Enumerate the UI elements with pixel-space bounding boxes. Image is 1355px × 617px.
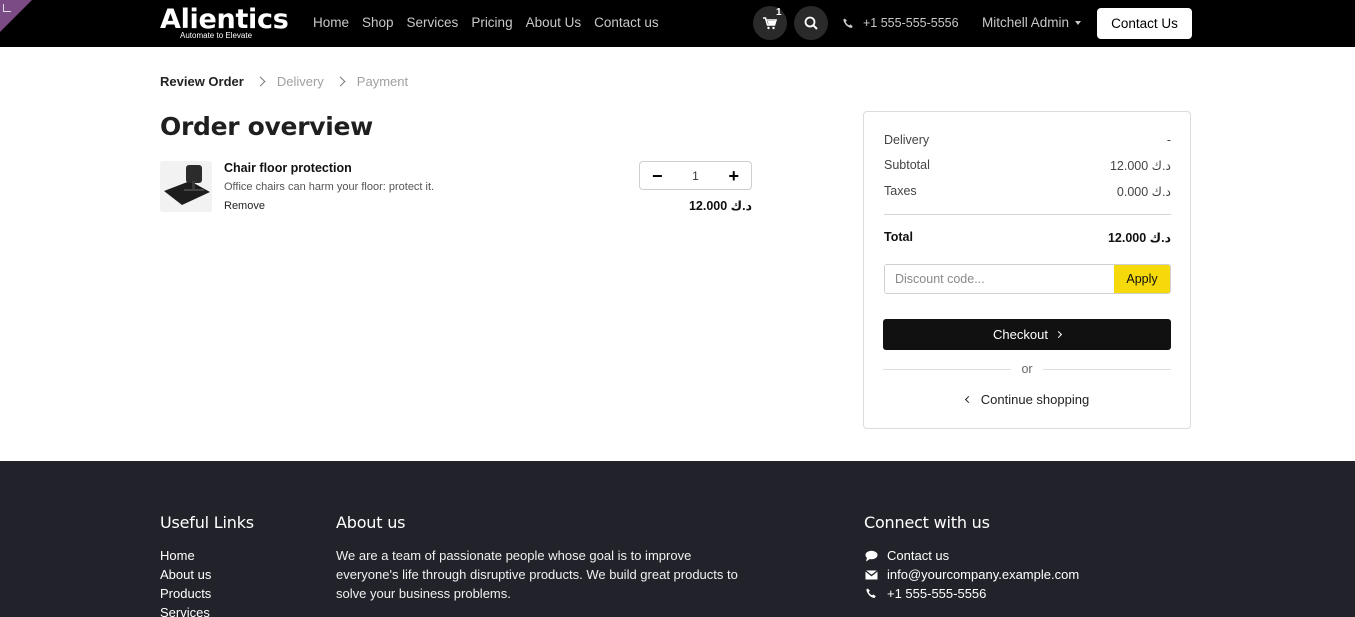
cart-icon [763,16,777,29]
quantity-stepper: − 1 + [639,161,752,190]
checkout-button[interactable]: Checkout [883,319,1171,350]
chevron-left-icon [964,395,972,404]
taxes-label: Taxes [884,184,917,198]
cart-count-badge: 1 [776,7,782,18]
chevron-right-icon [1054,330,1062,339]
delivery-value: - [1166,133,1171,147]
contact-us-button[interactable]: Contact Us [1097,8,1192,39]
about-us-text: We are a team of passionate people whose… [336,548,738,601]
connect-contact-link[interactable]: Contact us [864,546,1079,565]
chevron-right-icon [255,76,266,87]
summary-divider [884,214,1171,215]
subtotal-value: د.ك 12.000 [1109,159,1171,173]
corner-bracket-icon [3,4,11,12]
nav-services[interactable]: Services [407,15,459,30]
user-menu[interactable]: Mitchell Admin [982,15,1082,30]
nav-contact-us[interactable]: Contact us [594,15,659,30]
summary-taxes-row: Taxes د.ك 0.000 [884,184,1171,199]
continue-shopping-link[interactable]: Continue shopping [884,392,1171,407]
chevron-right-icon [335,76,346,87]
total-value: د.ك 12.000 [1107,231,1171,245]
product-name[interactable]: Chair floor protection [224,161,352,175]
step-review-order[interactable]: Review Order [160,74,244,89]
checkout-steps: Review Order Delivery Payment [160,74,408,89]
remove-item-link[interactable]: Remove [224,200,265,212]
minus-icon[interactable]: − [652,167,663,185]
connect-list: Contact us info@yourcompany.example.com … [864,546,1079,603]
nav-about-us[interactable]: About Us [526,15,582,30]
search-icon [804,16,818,30]
useful-links-list: Home About us Products Services [160,546,211,617]
summary-total-row: Total د.ك 12.000 [884,230,1171,245]
top-navbar: Alientics Automate to Elevate Home Shop … [0,0,1355,47]
nav-shop[interactable]: Shop [362,15,394,30]
subtotal-label: Subtotal [884,158,930,172]
site-footer: Useful Links Home About us Products Serv… [0,461,1355,617]
phone-icon [864,587,878,601]
separator-line [1042,368,1171,370]
connect-phone-link[interactable]: +1 555-555-5556 [864,584,1079,603]
caret-down-icon [1075,20,1082,25]
header-phone-number: +1 555-555-5556 [863,16,959,30]
envelope-icon [864,568,878,582]
connect-contact-label: Contact us [887,548,950,563]
continue-shopping-label: Continue shopping [980,392,1090,407]
step-delivery: Delivery [276,74,324,89]
user-name: Mitchell Admin [982,15,1070,30]
chat-icon [864,549,878,563]
header-phone[interactable]: +1 555-555-5556 [843,16,959,30]
or-label: or [1021,362,1033,376]
logo-tagline: Automate to Elevate [180,31,253,40]
step-payment: Payment [356,74,409,89]
footer-link-home[interactable]: Home [160,546,211,565]
footer-link-services[interactable]: Services [160,603,211,617]
plus-icon[interactable]: + [728,167,739,185]
line-price: د.ك 12.000 [688,199,752,213]
useful-links-title: Useful Links [160,513,254,532]
search-button[interactable] [794,6,828,40]
page-title: Order overview [160,112,373,141]
connect-email-link[interactable]: info@yourcompany.example.com [864,565,1079,584]
connect-email-label: info@yourcompany.example.com [887,567,1080,582]
product-description: Office chairs can harm your floor: prote… [224,181,435,193]
brand-logo[interactable]: Alientics Automate to Elevate [160,4,290,42]
discount-form: Apply [884,264,1171,294]
nav-home[interactable]: Home [313,15,349,30]
summary-delivery-row: Delivery - [884,133,1171,147]
discount-code-input[interactable] [885,265,1114,293]
main-nav: Home Shop Services Pricing About Us Cont… [313,15,659,30]
quantity-value[interactable]: 1 [692,169,699,183]
footer-link-about-us[interactable]: About us [160,565,211,584]
nav-pricing[interactable]: Pricing [471,15,512,30]
separator-line [883,368,1012,370]
product-image[interactable] [160,161,212,212]
about-us-title: About us [336,513,406,532]
connect-title: Connect with us [864,513,990,532]
summary-subtotal-row: Subtotal د.ك 12.000 [884,158,1171,173]
phone-icon [843,17,853,28]
apply-button[interactable]: Apply [1114,265,1170,293]
footer-link-products[interactable]: Products [160,584,211,603]
total-label: Total [884,230,913,244]
checkout-label: Checkout [993,327,1048,342]
or-separator: or [883,362,1171,376]
taxes-value: د.ك 0.000 [1116,185,1171,199]
delivery-label: Delivery [884,133,930,147]
connect-phone-label: +1 555-555-5556 [887,586,987,601]
order-summary-card: Delivery - Subtotal د.ك 12.000 Taxes د.ك… [863,111,1191,429]
